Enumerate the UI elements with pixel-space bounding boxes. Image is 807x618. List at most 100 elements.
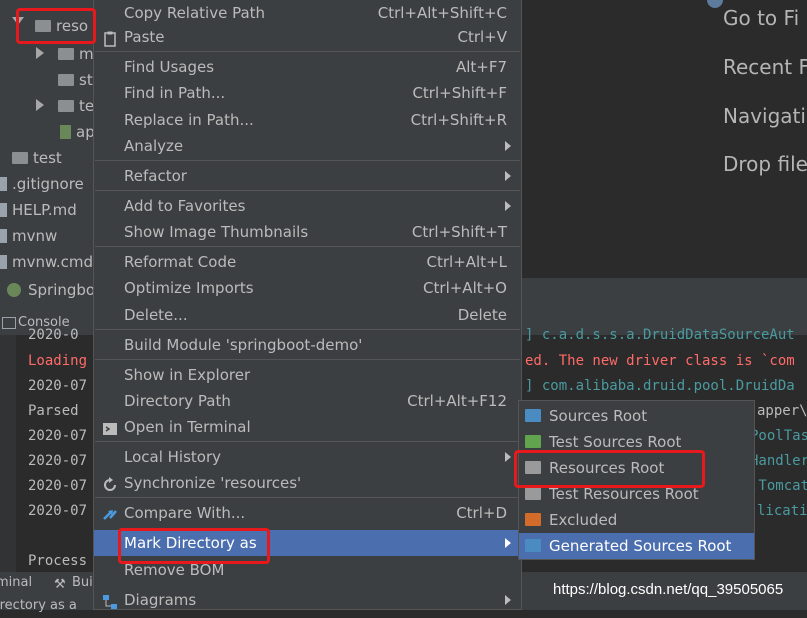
console-line: PoolTas xyxy=(750,428,807,444)
terminal-icon xyxy=(102,419,118,435)
clipboard-icon xyxy=(102,29,118,47)
menu-item-shortcut: Ctrl+D xyxy=(456,504,507,522)
menu-separator xyxy=(95,329,520,330)
highlight-mark-directory xyxy=(118,528,270,564)
console-line: Handler xyxy=(750,453,807,469)
menu-item-compare-with[interactable]: Compare With... Ctrl+D xyxy=(94,500,521,526)
menu-item-label: Replace in Path... xyxy=(124,111,254,129)
menu-item-label: Diagrams xyxy=(124,591,197,609)
menu-item-find-usages[interactable]: Find Usages Alt+F7 xyxy=(94,54,521,80)
console-icon xyxy=(2,317,16,329)
submenu-arrow-icon xyxy=(505,171,511,181)
console-line: 2020-07 xyxy=(28,428,88,444)
menu-item-label: Show in Explorer xyxy=(124,366,251,384)
menu-item-show-image-thumbnails[interactable]: Show Image Thumbnails Ctrl+Shift+T xyxy=(94,219,521,245)
expand-arrow-icon[interactable] xyxy=(36,47,44,59)
menu-item-delete[interactable]: Delete... Delete xyxy=(94,302,521,328)
context-menu: Copy Relative Path Ctrl+Alt+Shift+C Paste C… xyxy=(93,0,522,610)
console-line: 2020-07 xyxy=(28,453,88,469)
menu-item-label: Find in Path... xyxy=(124,84,226,102)
menu-separator xyxy=(95,51,520,52)
menu-item-find-in-path[interactable]: Find in Path... Ctrl+Shift+F xyxy=(94,80,521,106)
menu-item-shortcut: Ctrl+Shift+R xyxy=(410,111,507,129)
submenu-arrow-icon xyxy=(505,538,511,548)
tree-item[interactable]: te xyxy=(58,93,94,119)
menu-item-label: Open in Terminal xyxy=(124,418,251,436)
tree-item-gitignore[interactable]: .gitignore xyxy=(0,171,84,197)
console-line: Loading xyxy=(28,353,88,369)
console-line: Process xyxy=(28,553,88,569)
menu-item-build-module-springboot-demo[interactable]: Build Module 'springboot-demo' xyxy=(94,332,521,358)
menu-item-shortcut: Alt+F7 xyxy=(455,58,507,76)
menu-item-reformat-code[interactable]: Reformat Code Ctrl+Alt+L xyxy=(94,249,521,275)
menu-item-add-to-favorites[interactable]: Add to Favorites xyxy=(94,193,521,219)
submenu-item-label: Excluded xyxy=(549,511,618,529)
menu-item-local-history[interactable]: Local History xyxy=(94,444,521,470)
menu-item-label: Show Image Thumbnails xyxy=(124,223,309,241)
menu-item-copy-relative-path[interactable]: Copy Relative Path Ctrl+Alt+Shift+C xyxy=(94,0,521,26)
console-line: 2020-07 xyxy=(28,478,88,494)
menu-item-shortcut: Ctrl+Alt+Shift+C xyxy=(377,4,507,22)
menu-item-diagrams[interactable]: Diagrams xyxy=(94,587,521,613)
expand-arrow-icon[interactable] xyxy=(36,99,44,111)
submenu-item-label: Generated Sources Root xyxy=(549,537,732,555)
submenu-item-excluded[interactable]: Excluded xyxy=(519,507,754,533)
menu-item-open-in-terminal[interactable]: Open in Terminal xyxy=(94,414,521,440)
menu-separator xyxy=(95,160,520,161)
console-line: .Tomcat xyxy=(750,478,807,494)
console-line: licatio xyxy=(757,503,807,519)
menu-item-label: Synchronize 'resources' xyxy=(124,474,302,492)
tree-item[interactable]: ap xyxy=(60,119,95,145)
console-gutter xyxy=(0,335,16,575)
file-icon xyxy=(0,202,7,217)
file-icon xyxy=(0,254,7,269)
menu-item-synchronize-resources[interactable]: Synchronize 'resources' xyxy=(94,470,521,496)
menu-item-shortcut: Ctrl+Alt+L xyxy=(426,253,508,271)
menu-item-optimize-imports[interactable]: Optimize Imports Ctrl+Alt+O xyxy=(94,275,521,301)
tree-item[interactable]: m xyxy=(58,41,94,67)
menu-item-replace-in-path[interactable]: Replace in Path... Ctrl+Shift+R xyxy=(94,107,521,133)
tree-item-test[interactable]: test xyxy=(12,145,62,171)
editor-welcome: Go to Fi Recent Fi Navigatio Drop file xyxy=(525,0,807,278)
menu-separator xyxy=(95,190,520,191)
submenu-item-generated-sources-root[interactable]: Generated Sources Root xyxy=(519,533,754,559)
menu-item-shortcut: Ctrl+Shift+T xyxy=(411,223,507,241)
console-line: apper\U xyxy=(757,403,807,419)
console-line: ed. The new driver class is `com xyxy=(525,353,795,369)
submenu-arrow-icon xyxy=(505,201,511,211)
submenu-item-sources-root[interactable]: Sources Root xyxy=(519,403,754,429)
file-icon xyxy=(0,228,7,243)
menu-item-shortcut: Ctrl+Alt+O xyxy=(423,279,507,297)
menu-item-label: Build Module 'springboot-demo' xyxy=(124,336,363,354)
welcome-goto-file[interactable]: Go to Fi xyxy=(723,6,799,30)
folder-icon xyxy=(525,539,541,552)
menu-item-label: Directory Path xyxy=(124,392,231,410)
submenu-arrow-icon xyxy=(505,595,511,605)
hammer-icon: ⚒ xyxy=(54,577,66,592)
sync-icon xyxy=(102,475,118,491)
tree-item[interactable]: st xyxy=(58,67,93,93)
menu-item-label: Paste xyxy=(124,28,165,46)
properties-file-icon xyxy=(60,124,71,139)
submenu-item-label: Sources Root xyxy=(549,407,648,425)
tree-item-help[interactable]: HELP.md xyxy=(0,197,77,223)
folder-icon xyxy=(58,73,74,86)
tree-item-mvnw[interactable]: mvnw xyxy=(0,223,57,249)
terminal-tab[interactable]: minal xyxy=(0,575,32,590)
welcome-recent-files[interactable]: Recent Fi xyxy=(723,55,807,79)
console-line: ] c.a.d.s.s.a.DruidDataSourceAut xyxy=(525,327,795,343)
menu-item-analyze[interactable]: Analyze xyxy=(94,133,521,159)
folder-icon xyxy=(525,487,541,500)
console-line: 2020-07 xyxy=(28,378,88,394)
welcome-navigation[interactable]: Navigatio xyxy=(723,104,807,128)
tree-item-mvnw-cmd[interactable]: mvnw.cmd xyxy=(0,249,93,275)
folder-icon xyxy=(525,435,541,448)
menu-item-directory-path[interactable]: Directory Path Ctrl+Alt+F12 xyxy=(94,388,521,414)
menu-item-paste[interactable]: Paste Ctrl+V xyxy=(94,24,521,50)
menu-item-show-in-explorer[interactable]: Show in Explorer xyxy=(94,362,521,388)
build-tab[interactable]: Bui xyxy=(72,575,93,590)
submenu-arrow-icon xyxy=(505,141,511,151)
file-icon xyxy=(0,176,7,191)
menu-item-refactor[interactable]: Refactor xyxy=(94,163,521,189)
run-config-tab[interactable]: Springbo xyxy=(28,279,95,301)
